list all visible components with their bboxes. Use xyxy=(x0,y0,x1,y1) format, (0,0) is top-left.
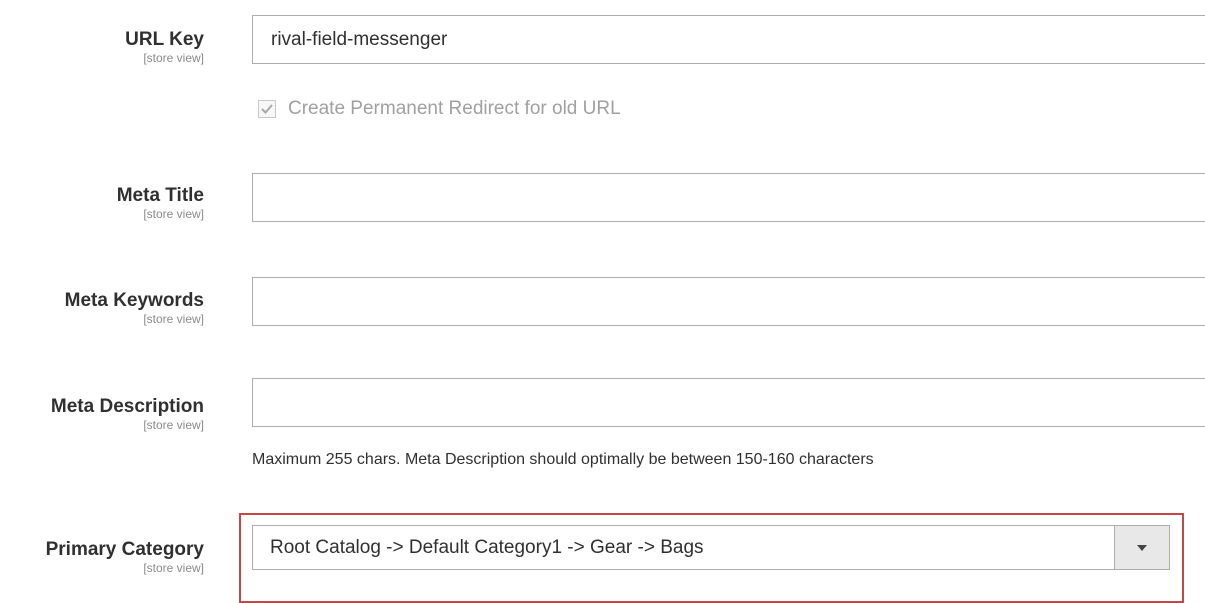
primary-category-scope: [store view] xyxy=(143,561,204,575)
url-key-label-group: URL Key [store view] xyxy=(125,29,204,65)
primary-category-label-group: Primary Category [store view] xyxy=(46,539,204,575)
meta-keywords-label: Meta Keywords xyxy=(64,290,204,311)
meta-description-scope: [store view] xyxy=(143,418,204,432)
caret-down-icon xyxy=(1137,544,1147,551)
meta-keywords-label-group: Meta Keywords [store view] xyxy=(65,290,204,326)
url-key-input[interactable] xyxy=(252,15,1205,64)
meta-description-label: Meta Description xyxy=(50,396,204,417)
meta-keywords-input[interactable] xyxy=(252,277,1205,326)
primary-category-label: Primary Category xyxy=(45,539,204,560)
primary-category-select[interactable]: Root Catalog -> Default Category1 -> Gea… xyxy=(252,525,1170,570)
permanent-redirect-checkbox[interactable] xyxy=(258,100,276,118)
meta-keywords-scope: [store view] xyxy=(143,312,204,326)
primary-category-value: Root Catalog -> Default Category1 -> Gea… xyxy=(270,536,704,558)
meta-title-scope: [store view] xyxy=(143,207,204,221)
checkmark-icon xyxy=(261,104,273,114)
primary-category-dropdown-button[interactable] xyxy=(1114,526,1169,569)
meta-title-input[interactable] xyxy=(252,173,1205,222)
url-key-label: URL Key xyxy=(125,29,204,50)
meta-title-label-group: Meta Title [store view] xyxy=(117,185,204,221)
meta-title-label: Meta Title xyxy=(116,185,204,206)
permanent-redirect-label[interactable]: Create Permanent Redirect for old URL xyxy=(288,98,621,120)
permanent-redirect-option[interactable]: Create Permanent Redirect for old URL xyxy=(258,97,621,121)
meta-description-input[interactable] xyxy=(252,378,1205,427)
meta-description-note: Maximum 255 chars. Meta Description shou… xyxy=(252,451,874,468)
meta-description-label-group: Meta Description [store view] xyxy=(51,396,204,432)
url-key-scope: [store view] xyxy=(143,51,204,65)
